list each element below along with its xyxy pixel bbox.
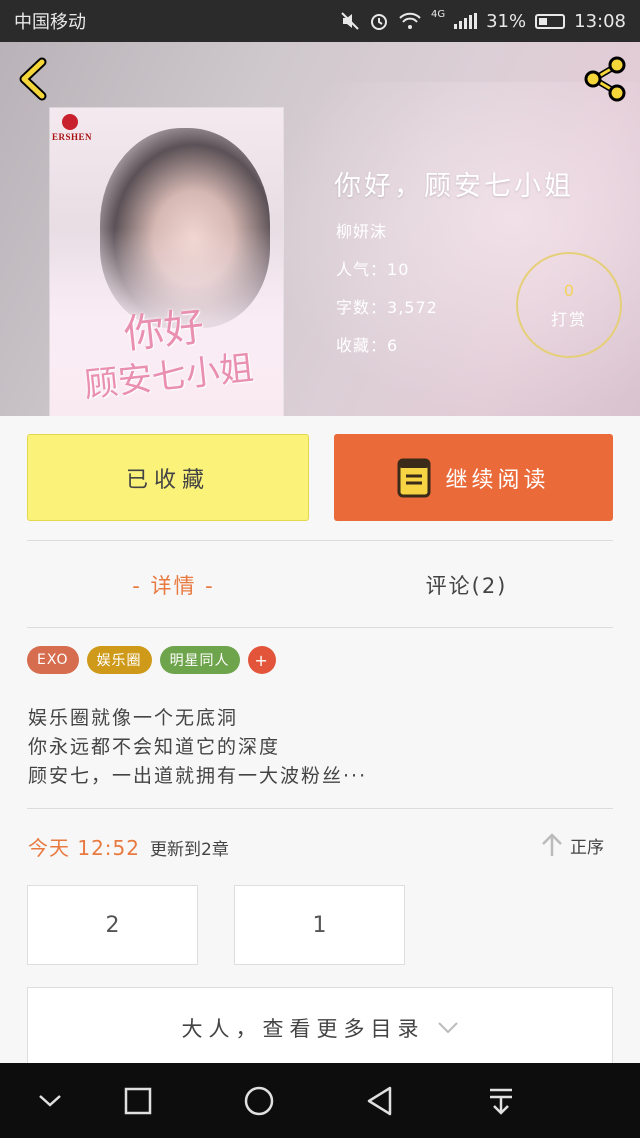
wordcount-label: 字数： [336,298,388,317]
favorites-stat: 收藏：6 [336,332,398,356]
publisher-logo: ERSHEN [50,114,120,144]
share-icon [584,56,626,102]
add-tag-button[interactable]: + [247,646,276,674]
alarm-icon [370,14,387,30]
clock: 13:08 [574,10,626,32]
update-text: 更新到2章 [150,840,229,860]
synopsis-line: 娱乐圈就像一个无底洞 [28,707,239,729]
status-icons: 4G 31% 13:08 [340,8,626,32]
synopsis-line: 顾安七，一出道就拥有一大波粉丝··· [28,765,368,787]
wifi-icon [399,12,421,29]
continue-reading-button[interactable]: 继续阅读 [334,434,613,521]
publisher-name: ERSHEN [52,132,93,142]
update-time: 今天 12:52 [28,836,140,860]
wordcount-value: 3,572 [387,298,438,317]
tag-list: EXO 娱乐圈 明星同人 + [27,646,276,674]
signal-icon [454,13,478,29]
divider [27,627,613,628]
collected-label: 已收藏 [125,467,210,493]
recent-apps-button[interactable] [116,1079,160,1123]
divider [27,808,613,809]
chapter-button[interactable]: 1 [234,885,405,965]
strawberry-icon [62,114,78,130]
view-more-toc-label: 大人，查看更多目录 [181,1016,425,1041]
home-button[interactable] [237,1079,281,1123]
synopsis-line: 你永远都不会知道它的深度 [28,736,281,758]
chevron-down-icon [437,1021,458,1033]
book-header: ERSHEN 你好 顾安七小姐 你好，顾安七小姐 柳妍沫 人气：10 字数：3,… [0,42,640,416]
back-button[interactable] [14,56,54,102]
battery-icon [535,13,566,29]
favorites-label: 收藏： [336,336,388,355]
update-info: 今天 12:52 更新到2章 [28,832,229,861]
tab-comments[interactable]: 评论(2) [320,550,613,620]
wordcount-stat: 字数：3,572 [336,294,438,318]
back-icon [367,1086,392,1116]
divider [27,540,613,541]
battery-percent: 31% [486,10,527,32]
popularity-stat: 人气：10 [336,256,409,280]
book-cover[interactable]: ERSHEN 你好 顾安七小姐 [50,108,283,416]
tag-celebrity-fanfic[interactable]: 明星同人 [159,646,240,674]
synopsis: 娱乐圈就像一个无底洞 你永远都不会知道它的深度 顾安七，一出道就拥有一大波粉丝·… [28,704,614,791]
tip-button[interactable]: 0 打赏 [516,252,622,358]
notification-pull-button[interactable] [479,1079,523,1123]
home-icon [244,1086,274,1116]
book-title: 你好，顾安七小姐 [334,171,574,202]
book-icon [397,458,431,497]
collected-button[interactable]: 已收藏 [27,434,309,521]
author-name[interactable]: 柳妍沫 [336,218,387,242]
status-bar: 中国移动 4G 31% 13:08 [0,0,640,42]
tab-detail[interactable]: - 详情 - [27,550,320,620]
network-label: 4G [430,8,446,20]
arrow-up-icon [542,833,562,856]
mute-icon [341,12,359,30]
sort-toggle[interactable]: 正序 [540,832,604,858]
recent-apps-icon [124,1087,152,1115]
tip-label: 打赏 [550,309,587,329]
continue-reading-label: 继续阅读 [445,467,550,493]
popularity-value: 10 [387,260,410,279]
share-button[interactable] [580,54,630,104]
chapter-button[interactable]: 2 [27,885,198,965]
back-nav-button[interactable] [358,1079,402,1123]
carrier-label: 中国移动 [14,12,86,33]
hide-bar-button[interactable] [28,1079,72,1123]
system-navigation-bar [0,1063,640,1138]
popularity-label: 人气： [336,260,388,279]
notification-pull-icon [490,1088,512,1115]
tag-entertainment[interactable]: 娱乐圈 [86,646,152,674]
view-more-toc-button[interactable]: 大人，查看更多目录 [27,987,613,1067]
hide-bar-icon [39,1095,61,1107]
tag-exo[interactable]: EXO [27,646,79,674]
sort-label: 正序 [570,837,604,858]
tip-count: 0 [563,280,575,300]
favorites-value: 6 [387,336,399,355]
